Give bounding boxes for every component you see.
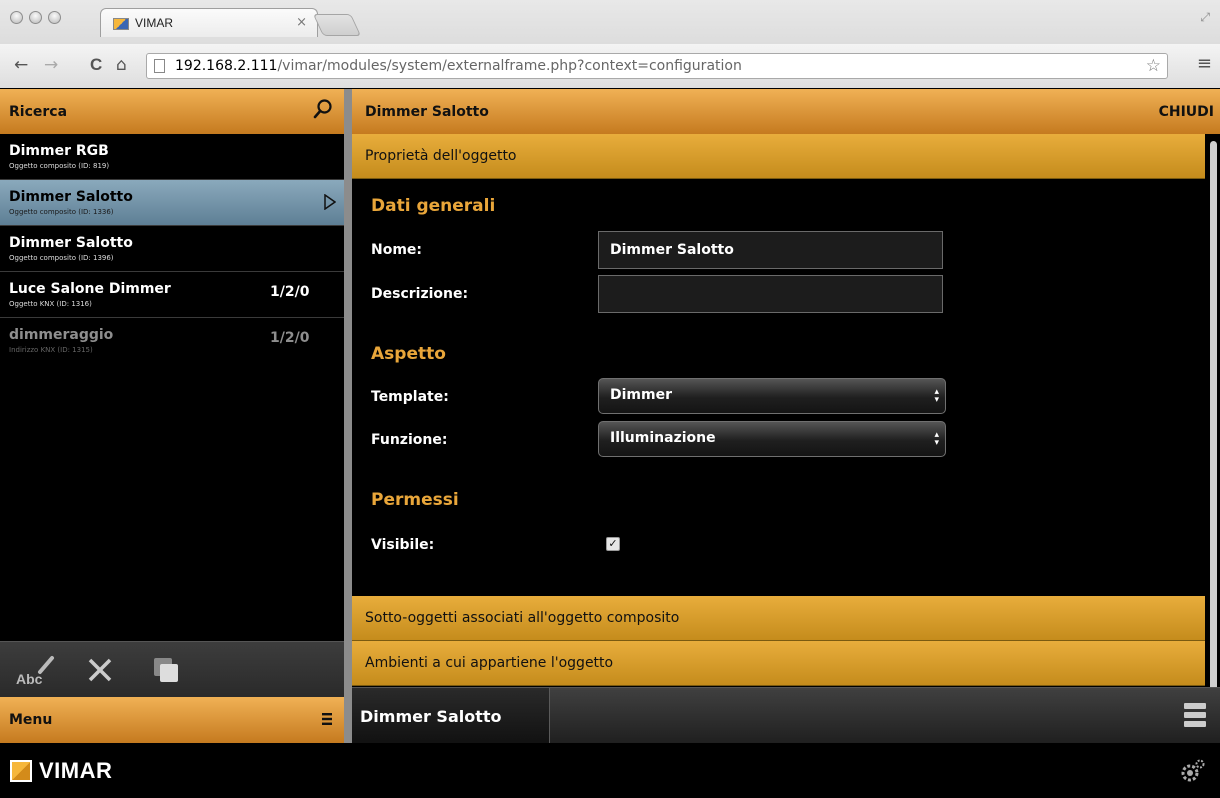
close-button[interactable]: CHIUDI [1159,104,1214,120]
scrollbar[interactable] [1210,141,1217,707]
description-label: Descrizione: [371,286,469,302]
item-subtitle: Oggetto composito (ID: 819) [9,162,110,170]
permissions-title: Permessi [371,490,459,510]
list-item[interactable]: dimmeraggio Indirizzo KNX (ID: 1315) 1/2… [0,318,344,364]
right-panel: Dimmer Salotto CHIUDI Proprietà dell'ogg… [352,89,1220,744]
browser-chrome: VIMAR × ⤢ ← → C ⌂ 192.168.2.111/vimar/mo… [0,0,1220,88]
section-label: Ambienti a cui appartiene l'oggetto [365,655,614,671]
url-text: 192.168.2.111/vimar/modules/system/exter… [175,58,742,74]
tab-title: VIMAR [135,16,174,30]
detail-header: Dimmer Salotto CHIUDI [352,89,1220,134]
rename-icon[interactable]: Abc [14,654,58,692]
current-object-label: Dimmer Salotto [360,707,502,726]
tab-close-icon[interactable]: × [296,15,307,30]
home-icon[interactable]: ⌂ [116,55,127,75]
search-bar[interactable]: Ricerca [0,89,344,134]
fullscreen-icon[interactable]: ⤢ [1200,10,1210,25]
section-properties[interactable]: Proprietà dell'oggetto [352,134,1205,179]
select-arrows-icon: ▴ ▾ [934,387,939,405]
aspect-title: Aspetto [371,344,446,364]
name-field[interactable]: Dimmer Salotto [598,231,943,269]
item-subtitle: Oggetto KNX (ID: 1316) [9,300,92,308]
list-item[interactable]: Luce Salone Dimmer Oggetto KNX (ID: 1316… [0,272,344,318]
window-controls [10,11,61,24]
bookmark-star-icon[interactable]: ☆ [1146,56,1161,76]
section-rooms[interactable]: Ambienti a cui appartiene l'oggetto [352,641,1205,686]
browser-tab[interactable]: VIMAR × [100,8,318,37]
minimize-window-button[interactable] [29,11,42,24]
item-name: Dimmer Salotto [9,235,133,251]
settings-gear-icon[interactable] [1180,759,1206,787]
zoom-window-button[interactable] [48,11,61,24]
item-name: Dimmer RGB [9,143,109,159]
action-toolbar: Abc [0,641,344,697]
menu-label: Menu [9,712,53,728]
list-item-selected[interactable]: Dimmer Salotto Oggetto composito (ID: 13… [0,180,344,226]
item-name: Luce Salone Dimmer [9,281,171,297]
current-object-tab[interactable]: Dimmer Salotto [352,688,550,744]
back-icon[interactable]: ← [14,55,28,75]
vimar-logo-icon [10,760,32,782]
list-item[interactable]: Dimmer RGB Oggetto composito (ID: 819) [0,134,344,180]
search-icon[interactable] [312,98,334,124]
template-select[interactable]: Dimmer ▴ ▾ [598,378,946,414]
item-subtitle: Indirizzo KNX (ID: 1315) [9,346,93,354]
address-bar[interactable]: 192.168.2.111/vimar/modules/system/exter… [146,53,1168,79]
select-arrows-icon: ▴ ▾ [934,430,939,448]
logo-text: VIMAR [39,758,113,783]
properties-form: Dati generali Nome: Dimmer Salotto Descr… [352,179,1205,596]
section-sub-objects[interactable]: Sotto-oggetti associati all'oggetto comp… [352,596,1205,641]
reload-icon[interactable]: C [90,55,102,75]
template-label: Template: [371,389,449,405]
app-footer: VIMAR [0,743,1220,798]
visible-label: Visibile: [371,537,435,553]
template-value: Dimmer [610,387,672,403]
bottom-bar: Dimmer Salotto [352,687,1220,744]
menu-bar[interactable]: Menu [0,697,344,743]
item-address: 1/2/0 [270,330,310,346]
section-label: Proprietà dell'oggetto [365,148,517,164]
item-name: dimmeraggio [9,327,114,343]
function-select[interactable]: Illuminazione ▴ ▾ [598,421,946,457]
list-view-icon[interactable] [1184,702,1206,732]
play-arrow-icon [324,193,337,214]
new-tab-button[interactable] [312,14,362,36]
item-address: 1/2/0 [270,284,310,300]
item-subtitle: Oggetto composito (ID: 1396) [9,254,114,262]
vimar-logo: VIMAR [10,758,112,784]
delete-icon[interactable] [86,656,114,688]
hamburger-icon[interactable] [322,713,332,729]
function-value: Illuminazione [610,430,716,446]
visible-checkbox[interactable]: ✓ [606,537,620,551]
browser-toolbar: ← → C ⌂ 192.168.2.111/vimar/modules/syst… [0,44,1220,88]
duplicate-icon[interactable] [152,656,182,690]
function-label: Funzione: [371,432,448,448]
detail-title: Dimmer Salotto [365,104,489,120]
page-icon [154,59,165,73]
section-label: Sotto-oggetti associati all'oggetto comp… [365,610,680,626]
object-list: Dimmer RGB Oggetto composito (ID: 819) D… [0,134,344,364]
list-item[interactable]: Dimmer Salotto Oggetto composito (ID: 13… [0,226,344,272]
forward-icon[interactable]: → [44,55,58,75]
browser-menu-icon[interactable]: ≡ [1197,53,1212,74]
item-name: Dimmer Salotto [9,189,133,205]
description-field[interactable] [598,275,943,313]
item-subtitle: Oggetto composito (ID: 1336) [9,208,114,216]
vimar-favicon-icon [113,18,129,30]
close-window-button[interactable] [10,11,23,24]
left-panel: Ricerca Dimmer RGB Oggetto composito (ID… [0,89,344,743]
name-label: Nome: [371,242,423,258]
panel-divider[interactable] [344,89,352,743]
search-label: Ricerca [9,104,68,120]
general-data-title: Dati generali [371,196,496,216]
